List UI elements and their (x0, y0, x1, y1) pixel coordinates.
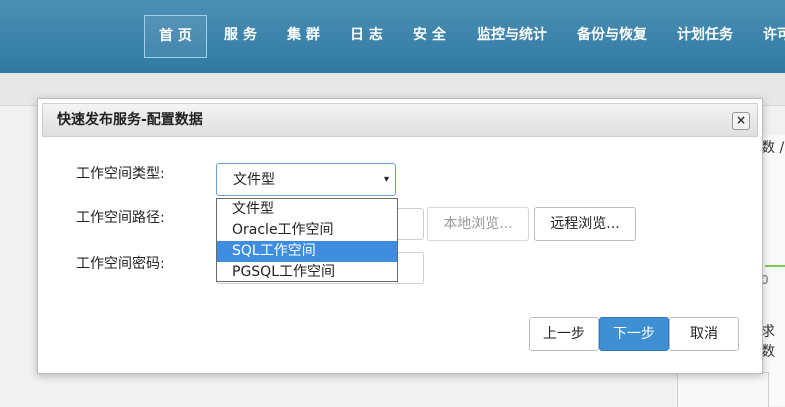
background-box (677, 372, 769, 407)
remote-browse-button[interactable]: 远程浏览... (534, 207, 636, 241)
dialog-title: 快速发布服务-配置数据 (57, 112, 203, 128)
background-stats-panel: 数 / 0 求数 (760, 135, 785, 406)
chevron-down-icon: ▾ (383, 174, 389, 185)
nav-home[interactable]: 首 页 (144, 15, 207, 58)
nav-license[interactable]: 许可 (763, 15, 785, 56)
workspace-type-dropdown: 文件型 Oracle工作空间 SQL工作空间 PGSQL工作空间 (216, 198, 398, 282)
background-partial-text: 数 / (761, 140, 785, 156)
nav-scheduled-tasks[interactable]: 计划任务 (677, 15, 733, 56)
nav-monitoring[interactable]: 监控与统计 (477, 15, 547, 56)
workspace-path-label: 工作空间路径: (76, 210, 165, 226)
background-partial-text: 求数 (761, 324, 775, 360)
workspace-type-value: 文件型 (233, 172, 275, 188)
background-chart-line (765, 265, 785, 267)
workspace-type-option[interactable]: PGSQL工作空间 (217, 262, 397, 283)
nav-backup-restore[interactable]: 备份与恢复 (577, 15, 647, 56)
prev-step-button[interactable]: 上一步 (529, 317, 599, 351)
workspace-type-select[interactable]: 文件型 ▾ (216, 163, 396, 196)
dialog-header: 快速发布服务-配置数据 × (42, 103, 758, 137)
workspace-type-option-highlighted[interactable]: SQL工作空间 (217, 241, 397, 262)
close-icon[interactable]: × (732, 112, 750, 130)
nav-services[interactable]: 服 务 (224, 15, 257, 56)
workspace-type-option[interactable]: 文件型 (217, 199, 397, 220)
nav-security[interactable]: 安 全 (413, 15, 446, 56)
local-browse-button[interactable]: 本地浏览... (427, 207, 529, 241)
nav-logs[interactable]: 日 志 (350, 15, 383, 56)
quick-publish-dialog: 快速发布服务-配置数据 × 工作空间类型: 工作空间路径: 工作空间密码: 本地… (37, 98, 763, 374)
top-navbar: 首 页 服 务 集 群 日 志 安 全 监控与统计 备份与恢复 计划任务 许可 (0, 0, 785, 73)
workspace-type-option[interactable]: Oracle工作空间 (217, 220, 397, 241)
workspace-password-label: 工作空间密码: (76, 256, 165, 272)
nav-cluster[interactable]: 集 群 (287, 15, 320, 56)
cancel-button[interactable]: 取消 (669, 317, 739, 351)
next-step-button[interactable]: 下一步 (599, 317, 669, 351)
workspace-type-label: 工作空间类型: (76, 166, 165, 182)
